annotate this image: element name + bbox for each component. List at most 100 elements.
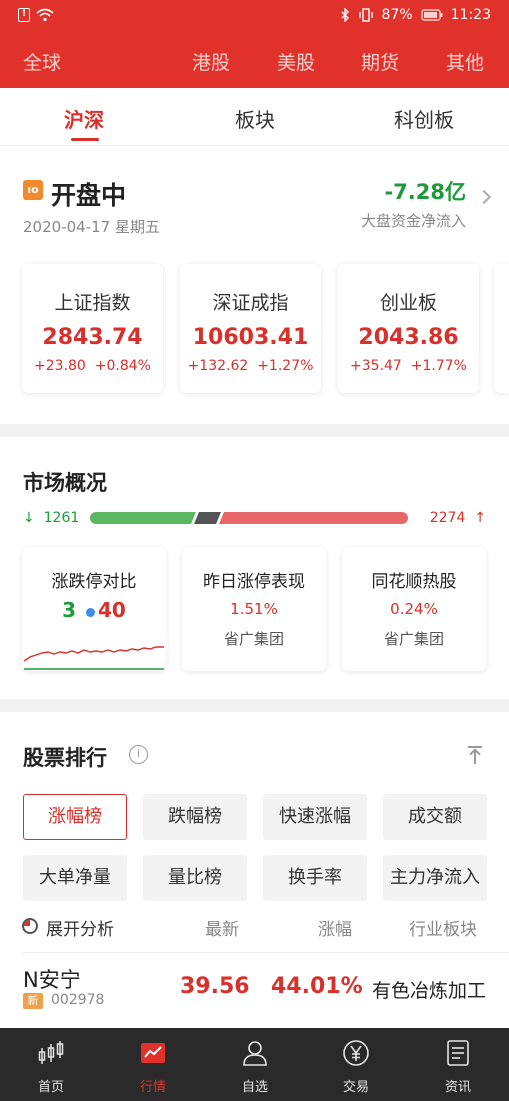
capital-flow-value[interactable]: -7.28亿 <box>384 176 466 206</box>
rank-main-inflow-button[interactable]: 主力净流入 <box>383 855 487 901</box>
index-card-chinext[interactable]: 创业板 2043.86 +35.47 +1.77% <box>338 264 479 393</box>
wifi-icon <box>36 8 54 22</box>
pie-chart-icon[interactable] <box>22 918 38 934</box>
column-latest[interactable]: 最新 <box>205 915 239 940</box>
person-icon <box>243 1041 267 1066</box>
column-sector[interactable]: 行业板块 <box>409 915 477 940</box>
market-status-title: 开盘中 <box>51 181 127 210</box>
card-percent: 0.24% <box>390 600 438 618</box>
index-name: 创业板 <box>379 292 437 314</box>
nav-watchlist[interactable]: 自选 <box>220 1038 290 1095</box>
sub-tabs: 沪深 板块 科创板 <box>0 88 509 146</box>
nav-home[interactable]: 首页 <box>16 1038 86 1095</box>
market-tab-futures[interactable]: 期货 <box>361 48 399 75</box>
nav-label: 资讯 <box>444 1080 471 1095</box>
active-tab-indicator <box>71 138 99 141</box>
battery-icon <box>420 9 443 21</box>
card-title: 昨日涨停表现 <box>203 572 305 592</box>
sim-alert-icon: ! <box>18 8 30 22</box>
advancers-count: 2274 ↑ <box>429 510 486 526</box>
card-stock: 省广集团 <box>383 630 444 648</box>
nav-label: 行情 <box>139 1080 166 1095</box>
rank-volume-ratio-button[interactable]: 量比榜 <box>143 855 247 901</box>
card-title: 同花顺热股 <box>371 572 457 592</box>
chevron-right-icon[interactable] <box>476 189 492 205</box>
index-value: 2043.86 <box>358 325 459 350</box>
capital-flow-label[interactable]: 大盘资金净流入 <box>361 210 466 231</box>
stock-price: 39.56 <box>180 974 250 999</box>
market-overview-section: 市场概况 ↓ 1261 2274 ↑ 涨跌停对比 3 40 昨日涨停表现 1.5… <box>0 437 509 699</box>
rank-big-order-button[interactable]: 大单净量 <box>23 855 127 901</box>
tab-hushen[interactable]: 沪深 <box>64 104 104 133</box>
market-tabs: 全球 港股 美股 期货 其他 <box>0 44 509 80</box>
stock-ranking-section: 股票排行 i 涨幅榜 跌幅榜 快速涨幅 成交额 大单净量 量比榜 换手率 主力净… <box>0 712 509 1028</box>
index-name: 深证成指 <box>212 292 289 314</box>
section-title: 股票排行 <box>23 746 107 770</box>
app-root: ! 87% 11:23 全球 港股 美股 期货 其他 沪深 板块 科创板 ıo … <box>0 0 509 1101</box>
card-percent: 1.51% <box>230 600 278 618</box>
up-arrow-icon: ↑ <box>474 510 486 526</box>
index-value: 10603.41 <box>192 325 309 350</box>
clock: 11:23 <box>450 7 491 23</box>
rank-losers-button[interactable]: 跌幅榜 <box>143 794 247 840</box>
nav-label: 首页 <box>37 1080 64 1095</box>
market-tab-other[interactable]: 其他 <box>446 48 484 75</box>
top-bar: ! 87% 11:23 全球 港股 美股 期货 其他 <box>0 0 509 88</box>
index-card-shenzhen[interactable]: 深证成指 10603.41 +132.62 +1.27% <box>180 264 321 393</box>
expand-analysis-toggle[interactable]: 展开分析 <box>46 915 114 940</box>
limit-sparkline <box>23 646 164 670</box>
index-change: +132.62 +1.27% <box>187 358 314 374</box>
dot-icon <box>86 608 96 617</box>
candlestick-icon <box>38 1041 64 1064</box>
nav-label: 交易 <box>342 1080 369 1095</box>
vibrate-icon <box>358 8 373 22</box>
nav-trade[interactable]: 交易 <box>321 1038 391 1095</box>
decliners-count: ↓ 1261 <box>23 510 80 526</box>
market-tab-hk[interactable]: 港股 <box>192 48 230 75</box>
card-stock: 省广集团 <box>223 630 284 648</box>
index-name: 上证指数 <box>54 292 131 314</box>
down-arrow-icon: ↓ <box>23 510 35 526</box>
info-icon[interactable]: i <box>129 745 148 764</box>
yen-icon <box>343 1040 369 1066</box>
nav-news[interactable]: 资讯 <box>423 1038 493 1095</box>
index-value: 2843.74 <box>42 325 143 350</box>
rank-turnover-value-button[interactable]: 成交额 <box>383 794 487 840</box>
index-card-shanghai[interactable]: 上证指数 2843.74 +23.80 +0.84% <box>22 264 163 393</box>
nav-market[interactable]: 行情 <box>118 1038 188 1095</box>
new-badge: 新 <box>23 993 43 1009</box>
column-change[interactable]: 涨幅 <box>318 915 352 940</box>
tab-sectors[interactable]: 板块 <box>235 104 275 133</box>
limit-compare-card[interactable]: 涨跌停对比 3 40 <box>22 547 166 671</box>
advance-decline-bar <box>90 512 408 524</box>
tab-star-market[interactable]: 科创板 <box>394 104 454 133</box>
index-change: +35.47 +1.77% <box>350 358 467 374</box>
stock-code: 002978 <box>51 992 105 1008</box>
yesterday-limit-card[interactable]: 昨日涨停表现 1.51% 省广集团 <box>182 547 326 671</box>
status-bar: ! 87% 11:23 <box>0 0 509 34</box>
nav-label: 自选 <box>241 1080 268 1095</box>
news-icon <box>447 1040 469 1066</box>
stock-name: N安宁 <box>23 968 81 992</box>
section-title: 市场概况 <box>23 471 107 495</box>
bottom-nav: 首页 行情 自选 交易 资讯 <box>0 1028 509 1101</box>
stock-sector: 有色冶炼加工 <box>371 980 486 1002</box>
rank-fast-rise-button[interactable]: 快速涨幅 <box>263 794 367 840</box>
index-card-next[interactable] <box>494 264 509 393</box>
pin-top-icon[interactable] <box>468 746 482 764</box>
card-title: 涨跌停对比 <box>51 572 137 592</box>
battery-percent: 87% <box>381 7 413 23</box>
index-change: +23.80 +0.84% <box>34 358 151 374</box>
chart-trend-icon <box>141 1043 165 1063</box>
stock-change: 44.01% <box>271 974 363 999</box>
hot-stock-card[interactable]: 同花顺热股 0.24% 省广集团 <box>342 547 486 671</box>
rank-turnover-rate-button[interactable]: 换手率 <box>263 855 367 901</box>
market-tab-global[interactable]: 全球 <box>23 48 61 75</box>
market-date: 2020-04-17 星期五 <box>23 218 160 236</box>
market-tab-us[interactable]: 美股 <box>277 48 315 75</box>
rank-gainers-button[interactable]: 涨幅榜 <box>23 794 127 840</box>
market-status-icon: ıo <box>23 180 43 200</box>
bluetooth-icon <box>341 8 349 22</box>
divider <box>23 952 509 953</box>
market-open-section: ıo 开盘中 2020-04-17 星期五 -7.28亿 大盘资金净流入 上证指… <box>0 146 509 424</box>
